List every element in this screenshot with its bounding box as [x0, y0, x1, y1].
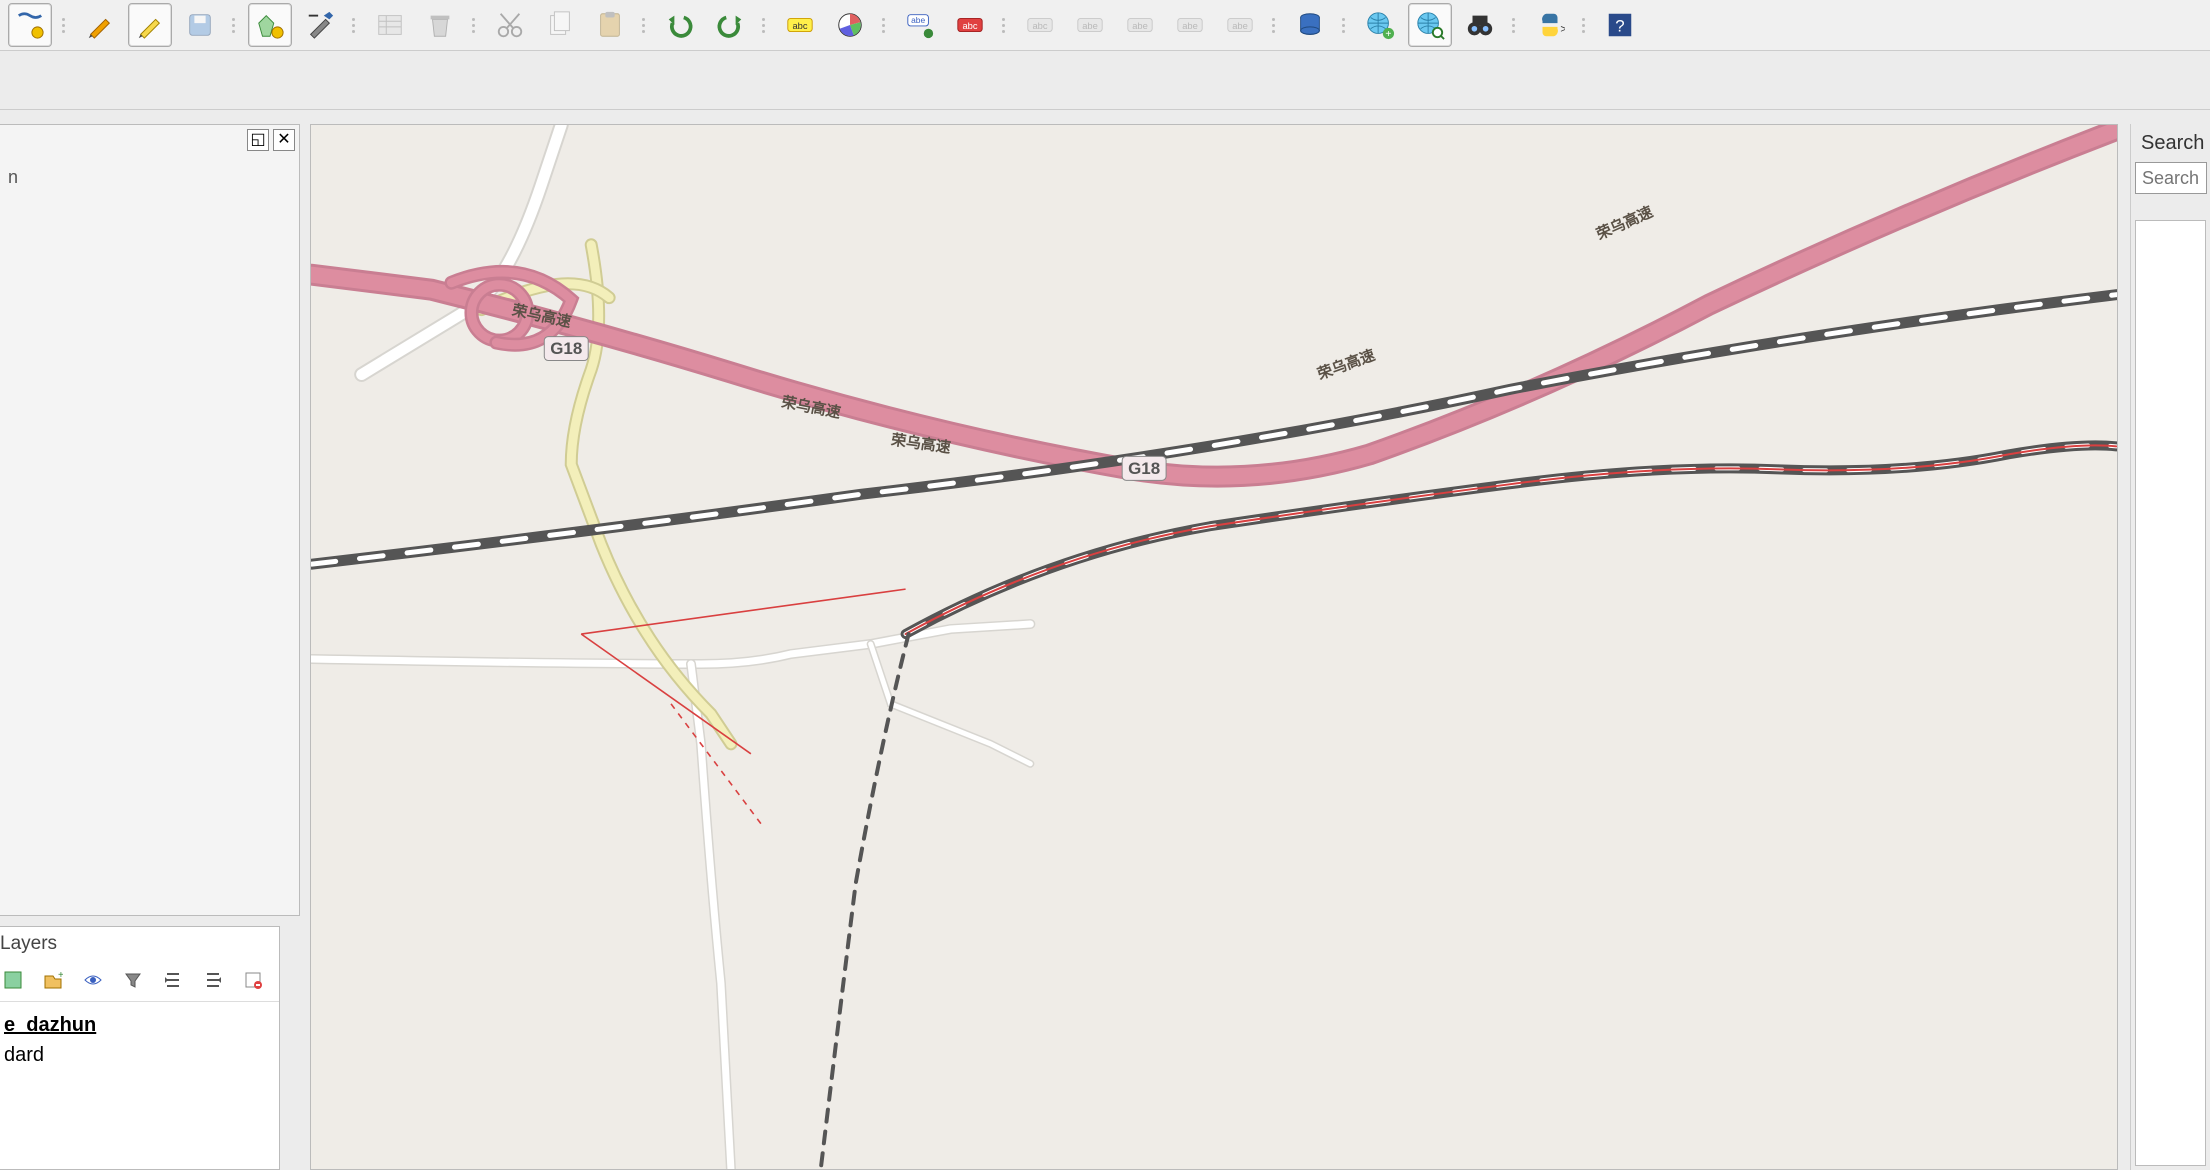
- road-shield-label: G18: [1128, 459, 1160, 478]
- label-tool-b-icon: abe: [1068, 3, 1112, 47]
- filter-icon[interactable]: [120, 967, 146, 993]
- svg-text:?: ?: [1615, 17, 1624, 36]
- layer-item[interactable]: dard: [4, 1040, 275, 1070]
- toggle-edit-pencil-icon[interactable]: [128, 3, 172, 47]
- paste-icon: [588, 3, 632, 47]
- toolbar-separator: [642, 9, 648, 41]
- road-shield: G18: [1122, 456, 1166, 480]
- search-input[interactable]: [2135, 162, 2207, 194]
- label-tool-c-icon: abe: [1118, 3, 1162, 47]
- layers-panel-title: Layers: [0, 927, 279, 961]
- road-name-label: 荣乌高速: [1593, 203, 1656, 244]
- diagram-icon[interactable]: [828, 3, 872, 47]
- label-tool-d-icon: abe: [1168, 3, 1212, 47]
- layers-panel: Layers + e_dazhundard: [0, 926, 280, 1170]
- toolbar-separator: [1342, 9, 1348, 41]
- road-name-label: 荣乌高速: [1314, 346, 1377, 384]
- svg-text:abe: abe: [1132, 21, 1148, 31]
- svg-text:abe: abe: [1182, 21, 1198, 31]
- label-tool-e-icon: abe: [1218, 3, 1262, 47]
- svg-text:+: +: [1385, 29, 1391, 40]
- toolbar-separator: [352, 9, 358, 41]
- main-toolbar: abc abe abc abc abe abe abe abe + >?: [0, 0, 2210, 50]
- collapse-icon[interactable]: [200, 967, 226, 993]
- layers-panel-toolbar: +: [0, 961, 279, 1002]
- copy-icon: [538, 3, 582, 47]
- toolbar-separator: [1272, 9, 1278, 41]
- visibility-icon[interactable]: [80, 967, 106, 993]
- redo-icon[interactable]: [708, 3, 752, 47]
- modify-attrs-icon: [368, 3, 412, 47]
- edit-current-layer-icon[interactable]: [8, 3, 52, 47]
- label-hide-icon[interactable]: abc: [948, 3, 992, 47]
- binoculars-icon[interactable]: [1458, 3, 1502, 47]
- road-shield: G18: [544, 337, 588, 361]
- web-search-icon[interactable]: [1408, 3, 1452, 47]
- expand-icon[interactable]: [160, 967, 186, 993]
- toolbar-separator: [232, 9, 238, 41]
- toolbar-separator: [1002, 9, 1008, 41]
- docked-panel: ◱ ✕ n: [0, 124, 300, 916]
- svg-text:>: >: [1560, 24, 1565, 36]
- toolbar-separator: [762, 9, 768, 41]
- add-feature-icon[interactable]: [248, 3, 292, 47]
- svg-text:abe: abe: [1232, 21, 1248, 31]
- search-panel: Search Q: [2130, 124, 2210, 1170]
- toolbar-separator: [62, 9, 68, 41]
- remove-icon[interactable]: [240, 967, 266, 993]
- svg-text:abe: abe: [911, 15, 925, 25]
- layers-list: e_dazhundard: [0, 1002, 279, 1078]
- add-group-icon[interactable]: +: [40, 967, 66, 993]
- search-results: [2135, 220, 2206, 1166]
- label-abc-yellow-icon[interactable]: abc: [778, 3, 822, 47]
- map-canvas[interactable]: G18 G18 荣乌高速 荣乌高速 荣乌高速 荣乌高速 荣乌高速: [310, 124, 2118, 1170]
- svg-text:abc: abc: [1032, 21, 1047, 31]
- python-console-icon[interactable]: >: [1528, 3, 1572, 47]
- undo-icon[interactable]: [658, 3, 702, 47]
- toolbar-separator: [472, 9, 478, 41]
- svg-text:abc: abc: [792, 21, 807, 31]
- svg-text:abc: abc: [962, 21, 977, 31]
- label-tool-a-icon: abc: [1018, 3, 1062, 47]
- web-add-icon[interactable]: +: [1358, 3, 1402, 47]
- search-panel-title: Search Q: [2141, 132, 2210, 155]
- database-icon[interactable]: [1288, 3, 1332, 47]
- map-svg: G18 G18 荣乌高速 荣乌高速 荣乌高速 荣乌高速 荣乌高速: [311, 125, 2117, 1169]
- toolbar-separator: [1512, 9, 1518, 41]
- close-panel-icon[interactable]: ✕: [273, 129, 295, 151]
- feature-tools-icon[interactable]: [298, 3, 342, 47]
- toolbar-spacer: [0, 50, 2210, 110]
- svg-text:+: +: [58, 970, 63, 981]
- layer-item[interactable]: e_dazhun: [4, 1010, 275, 1040]
- edit-pencil-orange-icon[interactable]: [78, 3, 122, 47]
- panel-label: n: [8, 167, 18, 188]
- delete-selected-icon: [418, 3, 462, 47]
- undock-panel-icon[interactable]: ◱: [247, 129, 269, 151]
- road-shield-label: G18: [550, 339, 582, 358]
- svg-text:abe: abe: [1082, 21, 1098, 31]
- styling-icon[interactable]: [0, 967, 26, 993]
- help-icon[interactable]: ?: [1598, 3, 1642, 47]
- cut-icon: [488, 3, 532, 47]
- toolbar-separator: [882, 9, 888, 41]
- save-edits-icon: [178, 3, 222, 47]
- toolbar-separator: [1582, 9, 1588, 41]
- label-pin-icon[interactable]: abe: [898, 3, 942, 47]
